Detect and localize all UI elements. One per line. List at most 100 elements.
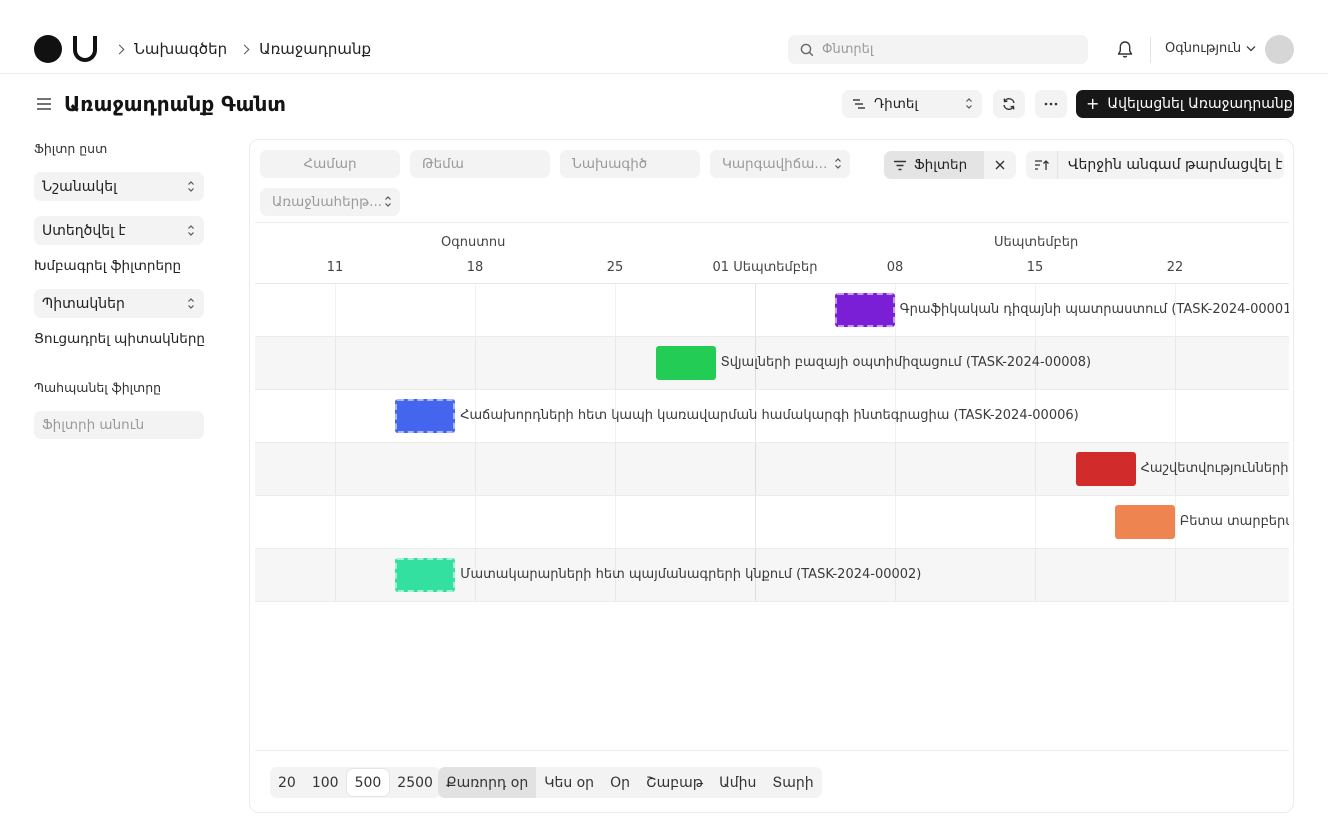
page-size-option[interactable]: 500 <box>346 769 390 796</box>
gantt-row: Հաճախորդների հետ կապի կառավարման համակար… <box>255 390 1289 443</box>
select-arrows-icon <box>188 298 194 309</box>
tags-select[interactable]: Պիտակներ <box>34 289 204 318</box>
gantt-row: Գրաֆիկական դիզայնի պատրաստում (TASK-2024… <box>255 284 1289 337</box>
status-filter[interactable]: Կարգավիճա... <box>710 150 850 178</box>
gantt-chart: Օգոստոս Սեպտեմբեր 11 18 25 01 Սեպտեմբեր … <box>255 222 1289 752</box>
task-bar[interactable] <box>834 293 895 327</box>
add-task-label: Ավելացնել Առաջադրանք <box>1107 96 1293 112</box>
task-bar-label[interactable]: Բետա տարբերակի փորձարկում <box>1180 514 1289 529</box>
breadcrumb-projects[interactable]: Նախագծեր <box>134 40 227 58</box>
gantt-panel: Համար Թեմա Նախագիծ Կարգավիճա... Ֆիլտեր Վ… <box>249 139 1294 813</box>
select-arrows-icon <box>835 158 841 169</box>
chevron-right-icon <box>114 44 125 54</box>
help-menu[interactable]: Օգնություն <box>1165 41 1256 56</box>
day-label: 22 <box>1166 260 1184 275</box>
zoom-option[interactable]: Շաբաթ <box>638 767 711 798</box>
top-bar: Նախագծեր Առաջադրանք Օգնություն <box>0 0 1328 74</box>
chevron-down-icon <box>1246 46 1256 52</box>
day-label: 08 <box>886 260 904 275</box>
assign-select-label: Նշանակել <box>42 178 117 195</box>
gantt-row: Հաշվետվությունների ստեղծում և վերլուծութ… <box>255 443 1289 496</box>
app-logo[interactable] <box>34 35 97 63</box>
sort-field-select[interactable]: Վերջին անգամ թարմացվել է <box>1058 151 1284 179</box>
zoom-option[interactable]: Քառորդ օր <box>438 767 537 798</box>
refresh-icon <box>1003 97 1015 111</box>
sort-direction-button[interactable] <box>1026 151 1058 179</box>
task-bar-label[interactable]: Գրաֆիկական դիզայնի պատրաստում (TASK-2024… <box>900 302 1289 317</box>
zoom-option[interactable]: Տարի <box>764 767 821 798</box>
task-bar-label[interactable]: Տվյալների բազայի օպտիմիզացում (TASK-2024… <box>721 355 1092 370</box>
save-filter-label: Պահպանել ֆիլտրը <box>34 380 162 395</box>
more-options-button[interactable] <box>1035 90 1067 118</box>
breadcrumb-task[interactable]: Առաջադրանք <box>259 40 371 58</box>
breadcrumb: Նախագծեր Առաջադրանք <box>112 40 381 58</box>
created-select[interactable]: Ստեղծվել է <box>34 216 204 245</box>
select-arrows-icon <box>966 98 972 109</box>
task-bar[interactable] <box>1075 452 1136 486</box>
page-size-option[interactable]: 100 <box>304 767 347 798</box>
show-tags-link[interactable]: Ցուցադրել պիտակները <box>34 331 205 347</box>
task-bar-label[interactable]: Հաճախորդների հետ կապի կառավարման համակար… <box>460 408 1079 423</box>
close-icon <box>995 160 1005 170</box>
priority-filter[interactable]: Առաջնահերթ... <box>260 188 400 216</box>
divider <box>255 750 1289 751</box>
day-label: 18 <box>466 260 484 275</box>
add-task-button[interactable]: + Ավելացնել Առաջադրանք <box>1076 90 1294 118</box>
logo-dot-icon <box>34 35 62 63</box>
more-horizontal-icon <box>1044 102 1058 106</box>
page-size-option[interactable]: 2500 <box>389 767 441 798</box>
status-filter-label: Կարգավիճա... <box>722 156 828 172</box>
page-size-selector: 20 100 500 2500 <box>270 767 441 798</box>
refresh-button[interactable] <box>993 90 1025 118</box>
filter-name-input[interactable] <box>34 411 204 439</box>
gantt-row: Բետա տարբերակի փորձարկում <box>255 496 1289 549</box>
edit-filters-link[interactable]: Խմբագրել ֆիլտրերը <box>34 258 181 274</box>
menu-icon[interactable] <box>36 97 52 115</box>
gantt-row: Մատակարարների հետ պայմանագրերի կնքում (T… <box>255 549 1289 602</box>
created-select-label: Ստեղծվել է <box>42 222 126 239</box>
assign-select[interactable]: Նշանակել <box>34 172 204 201</box>
page-size-option[interactable]: 20 <box>270 767 304 798</box>
search-box[interactable] <box>788 35 1088 64</box>
task-bar[interactable] <box>655 346 716 380</box>
number-filter[interactable]: Համար <box>260 150 400 178</box>
task-bar-label[interactable]: Մատակարարների հետ պայմանագրերի կնքում (T… <box>460 567 921 582</box>
view-select[interactable]: Դիտել <box>842 90 982 118</box>
search-icon <box>800 43 814 56</box>
task-bar[interactable] <box>1114 505 1175 539</box>
zoom-option[interactable]: Ամիս <box>711 767 764 798</box>
plus-icon: + <box>1086 94 1100 113</box>
gantt-row: Տվյալների բազայի օպտիմիզացում (TASK-2024… <box>255 337 1289 390</box>
zoom-selector: Քառորդ օր Կես օր Օր Շաբաթ Ամիս Տարի <box>438 767 822 798</box>
subject-filter[interactable]: Թեմա <box>410 150 550 178</box>
view-select-label: Դիտել <box>874 96 919 112</box>
gantt-view-icon <box>853 99 865 109</box>
project-filter[interactable]: Նախագիծ <box>560 150 700 178</box>
select-arrows-icon <box>188 225 194 236</box>
priority-filter-label: Առաջնահերթ... <box>272 194 383 210</box>
filter-icon <box>894 160 906 170</box>
day-label: 11 <box>326 260 344 275</box>
timeline-header: Օգոստոս Սեպտեմբեր 11 18 25 01 Սեպտեմբեր … <box>255 223 1289 284</box>
select-arrows-icon <box>188 181 194 192</box>
zoom-option[interactable]: Օր <box>602 767 638 798</box>
logo-u-icon <box>73 36 97 62</box>
filters-button[interactable]: Ֆիլտեր <box>884 151 984 179</box>
clear-filters-button[interactable] <box>984 151 1016 179</box>
search-input[interactable] <box>822 42 1062 57</box>
filter-by-label: Ֆիլտր ըստ <box>34 141 108 156</box>
page-title: Առաջադրանք Գանտ <box>64 92 286 116</box>
sort-ascending-icon <box>1035 160 1049 170</box>
month-label: Օգոստոս <box>441 235 506 250</box>
task-bar-label[interactable]: Հաշվետվությունների ստեղծում և վերլուծութ… <box>1141 461 1289 476</box>
day-label: 01 Սեպտեմբեր <box>712 260 818 275</box>
month-label: Սեպտեմբեր <box>994 235 1079 250</box>
bell-icon[interactable] <box>1116 40 1134 63</box>
task-bar[interactable] <box>395 558 456 592</box>
zoom-option[interactable]: Կես օր <box>536 767 602 798</box>
day-label: 15 <box>1026 260 1044 275</box>
task-bar[interactable] <box>395 399 456 433</box>
chevron-right-icon <box>239 44 250 54</box>
avatar[interactable] <box>1265 35 1294 64</box>
filters-button-label: Ֆիլտեր <box>914 157 968 173</box>
